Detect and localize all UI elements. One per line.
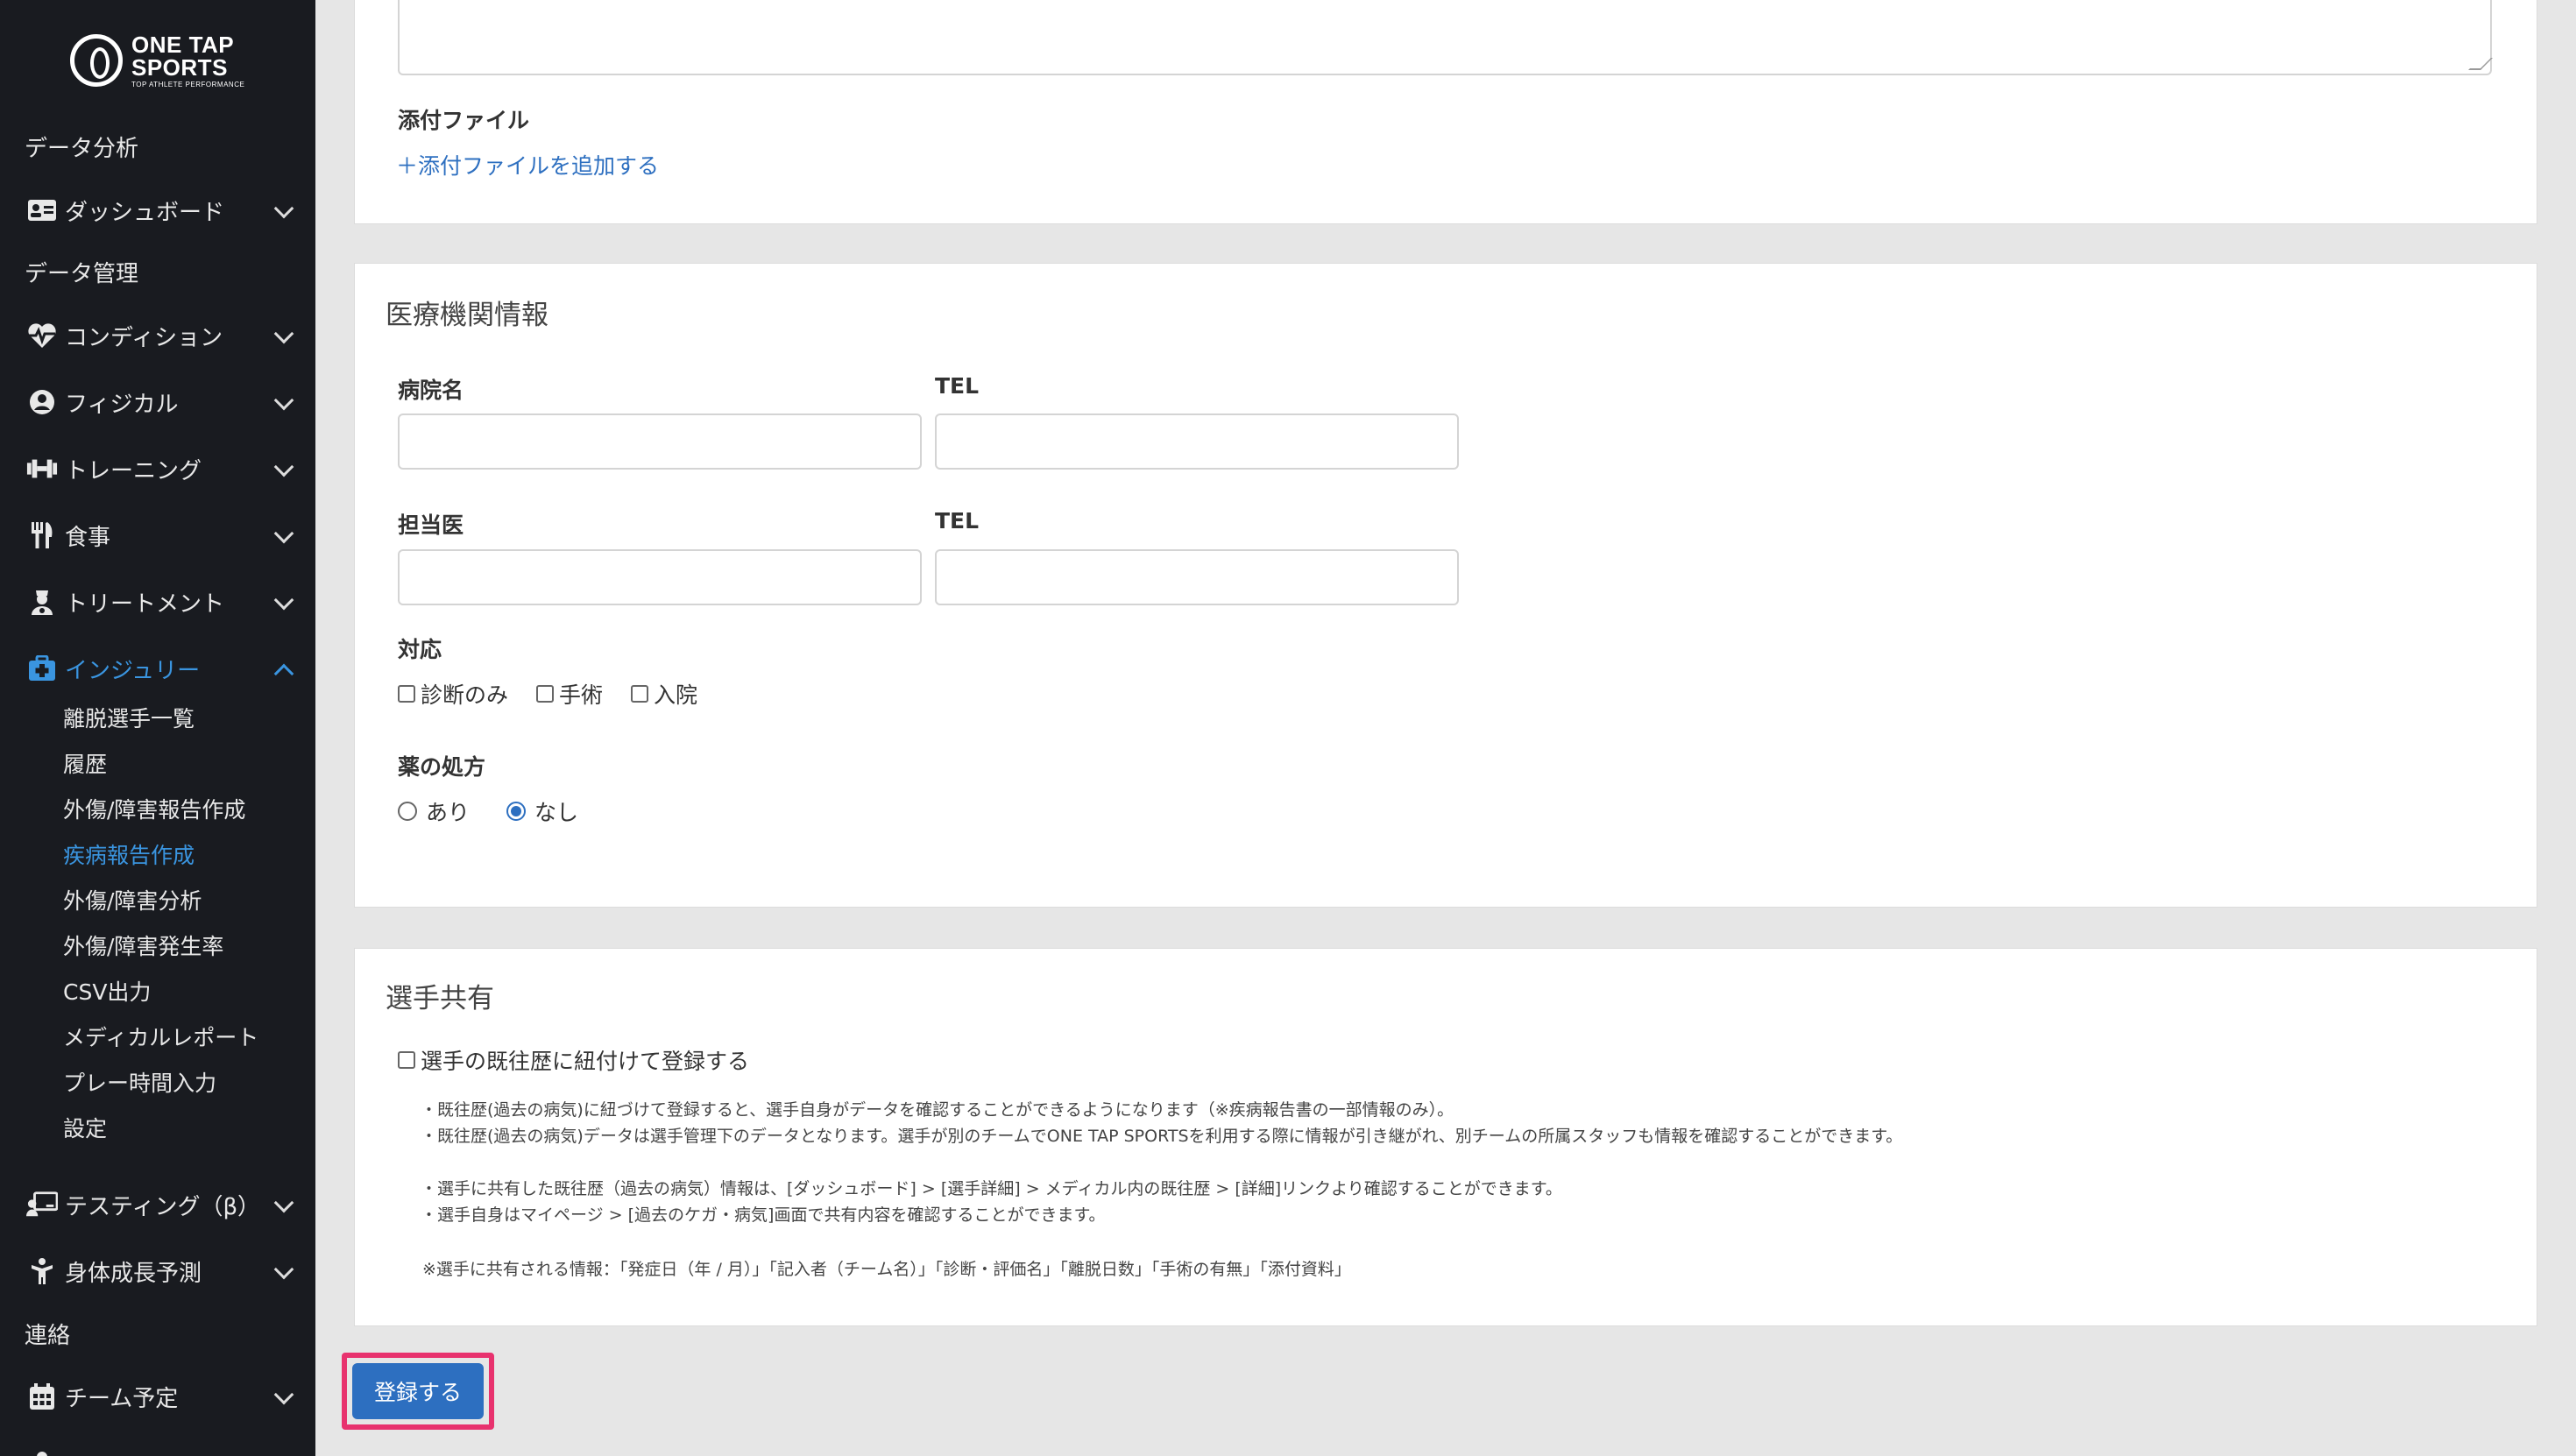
chevron-down-icon [273,198,294,219]
sidebar-subitem-medical-report[interactable]: メディカルレポート [63,1017,258,1056]
doctor-input[interactable] [398,549,922,605]
dumbbell-icon [26,453,58,484]
prescription-label: 薬の処方 [398,754,486,780]
hospital-name-input[interactable] [398,413,922,470]
link-medical-history-checkbox[interactable]: 選手の既往歴に紐付けて登録する [398,1044,749,1076]
sidebar-item-dashboard[interactable]: ダッシュボード [0,184,315,237]
checkbox-box[interactable] [536,685,554,703]
prescription-no-radio[interactable]: なし [506,795,578,827]
sidebar-subitem-injury-rate[interactable]: 外傷/障害発生率 [63,926,223,965]
brand-logo[interactable]: ONE TAP SPORTS TOP ATHLETE PERFORMANCE [70,32,245,89]
response-hospitalization-checkbox[interactable]: 入院 [631,678,697,710]
hospital-name-label: 病院名 [398,378,464,403]
sidebar-item-next-partial [0,1437,315,1456]
sidebar-subitem-illness-report[interactable]: 疾病報告作成 [63,835,195,873]
share-note-4: ・選手自身はマイページ > [過去のケガ・病気]画面で共有内容を確認することがで… [421,1205,1106,1225]
sidebar-subitem-injury-analysis[interactable]: 外傷/障害分析 [63,880,202,919]
sidebar-subitem-play-time[interactable]: プレー時間入力 [63,1063,216,1101]
sidebar-subitem-csv-export[interactable]: CSV出力 [63,972,151,1010]
sidebar-subitem-injury-report[interactable]: 外傷/障害報告作成 [63,789,245,828]
chevron-down-icon [273,323,294,344]
checkbox-box[interactable] [398,685,415,703]
register-button[interactable]: 登録する [352,1363,484,1419]
sidebar-item-treatment[interactable]: トリートメント [0,576,315,628]
share-section-title: 選手共有 [386,983,494,1014]
medkit-icon [26,653,58,684]
brand-line1: ONE TAP [131,31,235,58]
user-icon [26,1447,58,1456]
doctor-tel-label: TEL [935,508,980,534]
utensils-icon [26,519,58,551]
sidebar-item-training[interactable]: トレーニング [0,442,315,495]
sidebar-item-physical[interactable]: フィジカル [0,376,315,428]
response-label: 対応 [398,637,442,662]
response-diagnosis-checkbox[interactable]: 診断のみ [398,678,508,710]
sidebar-item-meal[interactable]: 食事 [0,509,315,562]
sidebar-subitem-absent-players[interactable]: 離脱選手一覧 [63,698,195,737]
brand-tagline: TOP ATHLETE PERFORMANCE [131,80,245,88]
attachments-label: 添付ファイル [398,108,530,133]
sidebar-heading-contact: 連絡 [25,1322,71,1349]
resize-handle-icon[interactable] [2468,58,2493,70]
sidebar-subitem-history[interactable]: 履歴 [63,744,107,782]
heartbeat-icon [26,320,58,351]
checkbox-box[interactable] [631,685,648,703]
id-card-icon [26,194,58,226]
share-note-2: ・既往歴(過去の病気)データは選手管理下のデータとなります。選手が別のチームでO… [421,1127,1903,1146]
sidebar-item-team-schedule[interactable]: チーム予定 [0,1370,315,1423]
description-textarea[interactable] [398,0,2493,75]
chevron-down-icon [273,590,294,611]
radio-circle-selected[interactable] [506,802,526,821]
doctor-label: 担当医 [398,512,464,538]
child-icon [26,1255,58,1287]
calendar-icon [26,1381,58,1412]
sidebar: ONE TAP SPORTS TOP ATHLETE PERFORMANCE デ… [0,0,315,1456]
sidebar-item-condition[interactable]: コンディション [0,309,315,362]
sidebar-heading-data-analysis: データ分析 [25,135,139,162]
share-note-3: ・選手に共有した既往歴（過去の病気）情報は、[ダッシュボード] > [選手詳細]… [421,1179,1562,1198]
sidebar-heading-data-management: データ管理 [25,260,139,287]
checkbox-box[interactable] [398,1051,415,1069]
sidebar-item-injury[interactable]: インジュリー [0,642,315,695]
sidebar-item-growth-prediction[interactable]: 身体成長予測 [0,1245,315,1297]
hospital-tel-label: TEL [935,373,980,399]
response-surgery-checkbox[interactable]: 手術 [536,678,603,710]
share-note-1: ・既往歴(過去の病気)に紐づけて登録すると、選手自身がデータを確認することができ… [421,1100,1454,1120]
share-note-shared-info: ※選手に共有される情報：「発症日（年 / 月）」「記入者（チーム名）」「診断・評… [422,1260,1351,1279]
prescription-yes-radio[interactable]: あり [398,795,470,827]
sidebar-subitem-settings[interactable]: 設定 [63,1108,107,1147]
brand-line2: SPORTS [131,53,228,81]
hospital-tel-input[interactable] [935,413,1459,470]
chevron-down-icon [273,1384,294,1405]
user-circle-icon [26,386,58,418]
chevron-down-icon [273,1259,294,1280]
logo-mark-icon [70,34,123,87]
chevron-up-icon [273,663,294,684]
sidebar-item-testing[interactable]: テスティング（β） [0,1178,315,1231]
add-attachment-link[interactable]: ＋添付ファイルを追加する [396,149,659,180]
medical-section-title: 医療機関情報 [386,300,548,331]
doctor-tel-input[interactable] [935,549,1459,605]
chevron-down-icon [273,523,294,544]
chalkboard-user-icon [26,1189,58,1220]
chevron-down-icon [273,1192,294,1213]
chevron-down-icon [273,456,294,477]
user-nurse-icon [26,586,58,618]
radio-circle[interactable] [398,802,417,821]
chevron-down-icon [273,390,294,411]
